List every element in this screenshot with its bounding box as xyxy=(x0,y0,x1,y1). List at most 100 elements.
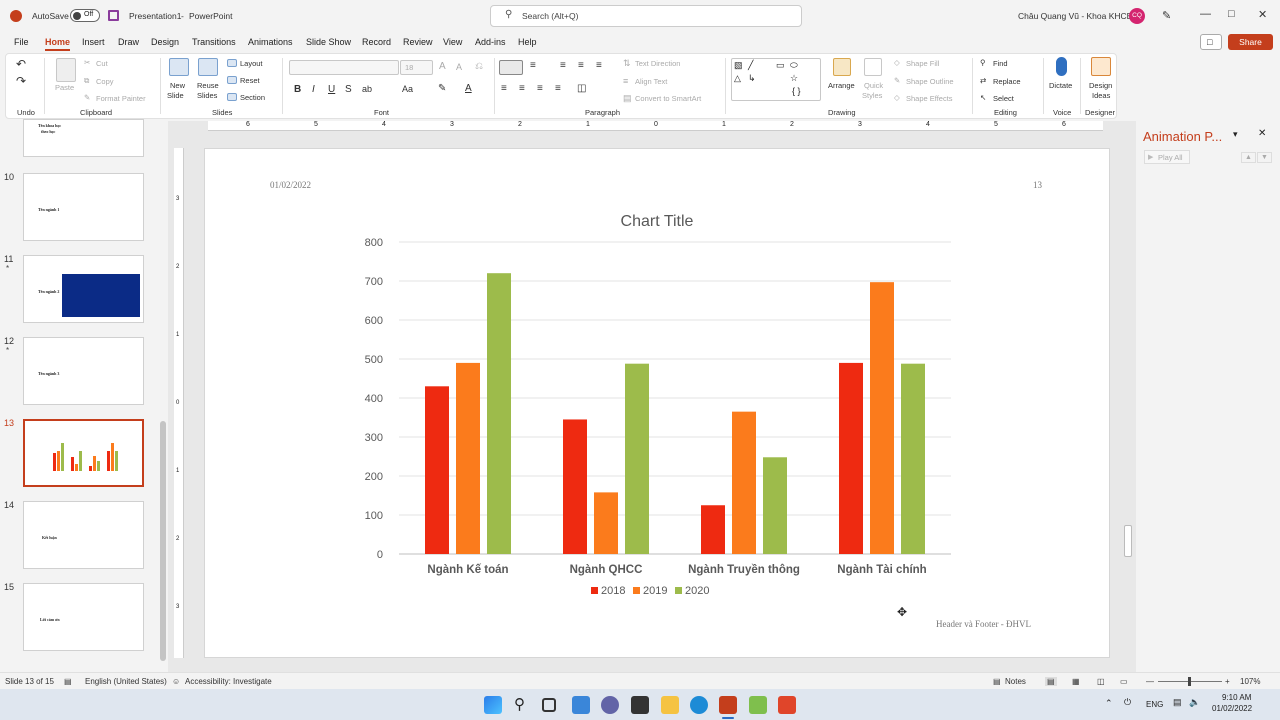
chevron-up-icon[interactable]: ⌃ xyxy=(1105,698,1113,709)
tab-design[interactable]: Design xyxy=(151,37,179,47)
tab-file[interactable]: File xyxy=(14,37,29,47)
taskbar-time[interactable]: 9:10 AM xyxy=(1222,693,1251,702)
thumbnails-scrollbar[interactable] xyxy=(159,121,167,672)
bullets-icon[interactable] xyxy=(499,60,523,75)
change-case-icon[interactable]: Aa xyxy=(402,84,413,94)
reading-view-icon[interactable]: ◫ xyxy=(1097,677,1105,686)
slide-thumbnail-11[interactable]: Tên ngành 2 xyxy=(23,255,144,323)
notes-button[interactable]: Notes xyxy=(1005,677,1026,686)
minimize-icon[interactable]: — xyxy=(1200,8,1211,20)
tab-slide-show[interactable]: Slide Show xyxy=(306,37,351,47)
tab-insert[interactable]: Insert xyxy=(82,37,105,47)
zoom-level[interactable]: 107% xyxy=(1240,677,1260,686)
share-button[interactable]: Share xyxy=(1228,34,1273,50)
shapes-gallery[interactable]: ▧ ╱ ▭ ⬭ △ ↳ ☆ { } xyxy=(731,58,821,101)
search-box[interactable]: ⚲ Search (Alt+Q) xyxy=(490,5,802,27)
arrange-icon[interactable] xyxy=(833,58,851,76)
find-button[interactable]: Find xyxy=(993,59,1008,68)
font-family-dropdown[interactable] xyxy=(289,60,399,75)
accessibility-status[interactable]: Accessibility: Investigate xyxy=(185,677,272,686)
zoom-out-icon[interactable]: — xyxy=(1146,677,1154,686)
tab-view[interactable]: View xyxy=(443,37,462,47)
slide-page-number[interactable]: 13 xyxy=(1033,180,1042,190)
search-icon[interactable]: ⚲ xyxy=(514,695,525,713)
bold-icon[interactable]: B xyxy=(294,84,301,95)
normal-view-icon[interactable]: ▤ xyxy=(1045,677,1057,686)
task-view-icon[interactable] xyxy=(542,698,556,712)
select-button[interactable]: Select xyxy=(993,94,1014,103)
italic-icon[interactable]: I xyxy=(312,84,315,95)
design-ideas-button-line2[interactable]: Ideas xyxy=(1092,91,1110,100)
play-all-button[interactable]: ▶ Play All xyxy=(1144,150,1190,164)
reuse-slides-icon[interactable] xyxy=(198,58,218,76)
slide-canvas[interactable]: 01/02/2022 13 Chart Title 0 100 200 300 400 5… xyxy=(204,148,1110,658)
underline-icon[interactable]: U xyxy=(328,84,335,95)
language-indicator[interactable]: English (United States) xyxy=(85,677,167,686)
font-color-icon[interactable]: A xyxy=(465,83,472,94)
maximize-icon[interactable]: □ xyxy=(1228,8,1235,20)
align-center-icon[interactable]: ≡ xyxy=(519,83,525,94)
format-painter-button[interactable]: Format Painter xyxy=(96,94,146,103)
widgets-icon[interactable] xyxy=(572,696,590,714)
slide-thumbnail-13[interactable] xyxy=(22,418,145,488)
align-right-icon[interactable]: ≡ xyxy=(537,83,543,94)
language-tray[interactable]: ENG xyxy=(1146,700,1163,709)
slide-thumbnail-15[interactable]: Lời cảm ơn xyxy=(23,583,144,651)
avatar[interactable]: CQ xyxy=(1129,8,1145,24)
columns-icon[interactable]: ◫ xyxy=(577,83,586,94)
cut-button[interactable]: Cut xyxy=(96,59,108,68)
slide-thumbnail-12[interactable]: Tên ngành 3 xyxy=(23,337,144,405)
teams-icon[interactable] xyxy=(601,696,619,714)
layout-button[interactable]: Layout xyxy=(240,59,263,68)
slide-thumbnail-10[interactable]: Tên ngành 1 xyxy=(23,173,144,241)
clear-format-icon[interactable]: ⎌ xyxy=(475,61,483,72)
tab-animations[interactable]: Animations xyxy=(248,37,293,47)
grow-font-icon[interactable]: A xyxy=(439,61,446,72)
align-left-icon[interactable]: ≡ xyxy=(501,83,507,94)
section-button[interactable]: Section xyxy=(240,93,265,102)
quick-styles-button-line2[interactable]: Styles xyxy=(862,91,882,100)
slide-sorter-icon[interactable]: ▦ xyxy=(1072,677,1080,686)
move-up-icon[interactable]: ▲ xyxy=(1241,152,1256,163)
shape-outline-button[interactable]: Shape Outline xyxy=(906,77,954,86)
quick-styles-button[interactable]: Quick xyxy=(864,81,883,90)
pane-close-icon[interactable]: ✕ xyxy=(1258,128,1266,139)
slide-footer[interactable]: Header và Footer - ĐHVL xyxy=(936,619,1031,629)
user-name[interactable]: Châu Quang Vũ - Khoa KHCB xyxy=(1018,11,1132,21)
design-ideas-icon[interactable] xyxy=(1091,57,1111,76)
slide-thumbnail-14[interactable]: Kết luận xyxy=(23,501,144,569)
shape-fill-button[interactable]: Shape Fill xyxy=(906,59,939,68)
tab-draw[interactable]: Draw xyxy=(118,37,139,47)
volume-icon[interactable]: 🔈 xyxy=(1189,697,1200,708)
decrease-indent-icon[interactable]: ≡ xyxy=(560,60,566,71)
shape-effects-button[interactable]: Shape Effects xyxy=(906,94,953,103)
windows-start-icon[interactable] xyxy=(484,696,502,714)
convert-smartart-button[interactable]: Convert to SmartArt xyxy=(635,94,701,103)
tab-record[interactable]: Record xyxy=(362,37,391,47)
tab-transitions[interactable]: Transitions xyxy=(192,37,236,47)
replace-button[interactable]: Replace xyxy=(993,77,1021,86)
char-spacing-icon[interactable]: ab xyxy=(362,84,372,94)
slide-thumbnail-9[interactable]: Tên khoa học theo học xyxy=(23,119,144,157)
file-explorer-icon[interactable] xyxy=(661,696,679,714)
new-slide-icon[interactable] xyxy=(169,58,189,76)
reset-button[interactable]: Reset xyxy=(240,76,260,85)
new-slide-button[interactable]: New xyxy=(170,81,185,90)
taskbar-date[interactable]: 01/02/2022 xyxy=(1212,704,1252,713)
comments-button[interactable]: □ xyxy=(1200,34,1222,50)
zoom-in-icon[interactable]: + xyxy=(1225,677,1230,686)
strikethrough-icon[interactable]: S xyxy=(345,84,352,95)
align-text-button[interactable]: Align Text xyxy=(635,77,667,86)
scrollbar-thumb[interactable] xyxy=(1124,525,1132,557)
tab-add-ins[interactable]: Add-ins xyxy=(475,37,506,47)
slide-date[interactable]: 01/02/2022 xyxy=(270,180,311,190)
font-size-dropdown[interactable]: 18 xyxy=(400,60,433,75)
text-direction-button[interactable]: Text Direction xyxy=(635,59,680,68)
dictate-button[interactable]: Dictate xyxy=(1049,81,1072,90)
reuse-slides-button[interactable]: Reuse xyxy=(197,81,219,90)
shrink-font-icon[interactable]: A xyxy=(456,62,462,72)
autosave-toggle[interactable]: Off xyxy=(70,9,100,22)
tab-home[interactable]: Home xyxy=(45,37,71,51)
save-icon[interactable] xyxy=(108,10,119,21)
zoom-slider[interactable] xyxy=(1158,677,1222,686)
